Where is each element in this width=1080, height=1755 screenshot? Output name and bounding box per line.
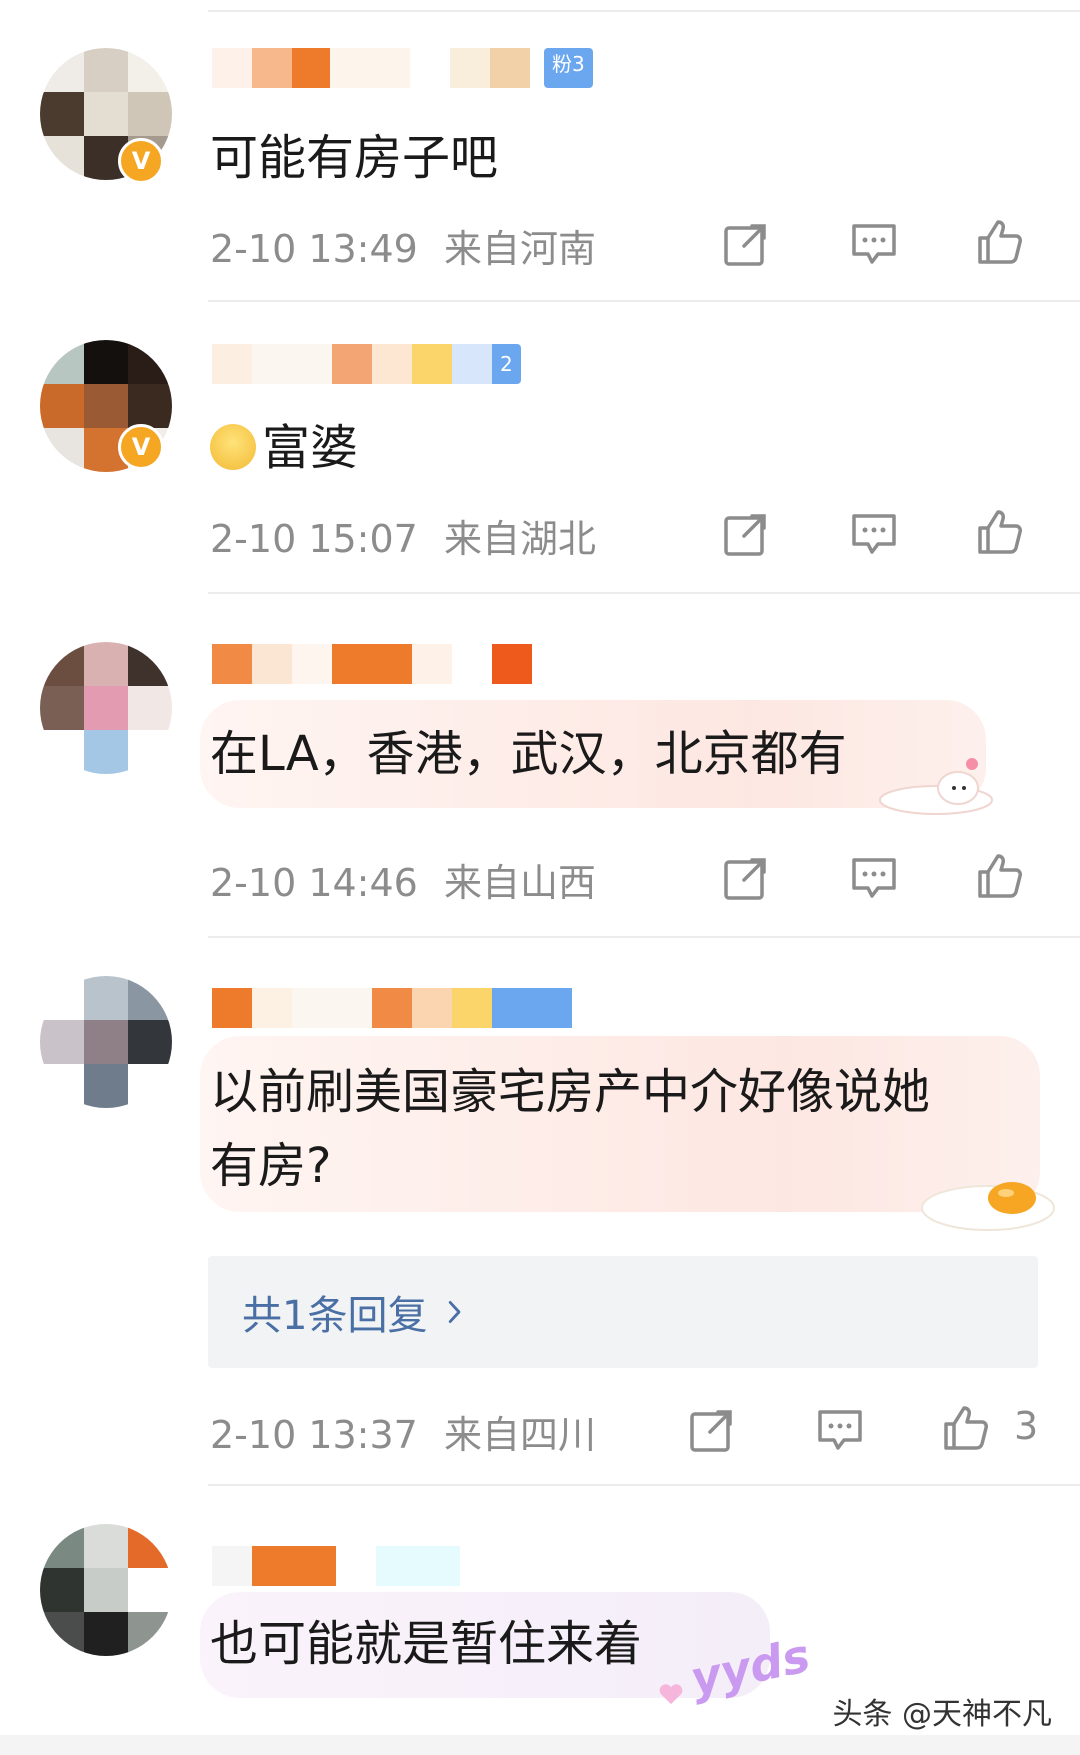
reply-summary-box[interactable]: 共1条回复 <box>208 1256 1038 1368</box>
comment-location: 来自山西 <box>443 861 596 905</box>
cat-sticker-icon <box>879 758 993 815</box>
comment-text: 也可能就是暂住来着 <box>210 1616 643 1672</box>
divider <box>208 300 1080 302</box>
username-redacted[interactable] <box>212 988 572 1028</box>
avatar[interactable] <box>40 976 172 1108</box>
thumbs-up-icon[interactable] <box>974 506 1026 558</box>
username-redacted[interactable] <box>212 644 532 684</box>
reply-count-label: 共1条回复 <box>242 1293 428 1339</box>
comment-meta: 2-10 14:46 来自山西 <box>210 852 596 907</box>
username-redacted[interactable]: 2 <box>212 344 521 384</box>
watermark: 头条 @天神不凡 <box>832 1697 1052 1732</box>
fried-egg-sticker-icon <box>921 1182 1055 1231</box>
avatar[interactable] <box>40 1524 172 1656</box>
comment-meta: 2-10 13:37 来自四川 <box>210 1404 596 1459</box>
share-icon[interactable] <box>686 1404 738 1456</box>
verified-v-icon: V <box>118 424 164 470</box>
avatar[interactable] <box>40 642 172 774</box>
top-divider <box>208 10 1080 12</box>
comment-text-line1: 以前刷美国豪宅房产中介好像说她 <box>210 1064 931 1120</box>
comment-meta: 2-10 15:07 来自湖北 <box>210 508 596 563</box>
share-icon[interactable] <box>720 852 772 904</box>
divider <box>208 1484 1080 1486</box>
chevron-right-icon <box>449 1301 461 1324</box>
comment-text: 在LA，香港，武汉，北京都有 <box>210 726 847 782</box>
comment-location: 来自湖北 <box>443 517 596 561</box>
comment-time: 2-10 14:46 <box>210 861 418 905</box>
comment-location: 来自河南 <box>443 227 596 271</box>
comment-time: 2-10 13:49 <box>210 227 418 271</box>
comment-icon[interactable] <box>814 1404 866 1456</box>
comment-location: 来自四川 <box>443 1413 596 1457</box>
comment-time: 2-10 15:07 <box>210 517 418 561</box>
comment-icon[interactable] <box>848 508 900 560</box>
comment-icon[interactable] <box>848 218 900 270</box>
share-icon[interactable] <box>720 218 772 270</box>
share-icon[interactable] <box>720 508 772 560</box>
bottom-bar <box>0 1735 1080 1755</box>
comment-text: 可能有房子吧 <box>210 130 499 186</box>
view-replies-link[interactable]: 共1条回复 <box>242 1283 463 1341</box>
username-redacted[interactable]: 粉3 <box>212 48 593 88</box>
username-redacted[interactable] <box>212 1546 460 1586</box>
comment-text-line2: 有房? <box>210 1138 332 1194</box>
heart-icon <box>659 1684 683 1705</box>
pleading-face-emoji-icon <box>210 424 256 470</box>
thumbs-up-icon[interactable] <box>940 1402 992 1454</box>
like-count: 3 <box>1014 1404 1039 1448</box>
comment-meta: 2-10 13:49 来自河南 <box>210 218 596 273</box>
comment-text: 富婆 <box>210 412 358 484</box>
comment-time: 2-10 13:37 <box>210 1413 418 1457</box>
thumbs-up-icon[interactable] <box>974 850 1026 902</box>
divider <box>208 936 1080 938</box>
fan-level-badge: 粉3 <box>544 48 593 88</box>
verified-v-icon: V <box>118 138 164 184</box>
thumbs-up-icon[interactable] <box>974 216 1026 268</box>
divider <box>208 592 1080 594</box>
fan-level-badge: 2 <box>492 344 521 384</box>
comment-icon[interactable] <box>848 852 900 904</box>
